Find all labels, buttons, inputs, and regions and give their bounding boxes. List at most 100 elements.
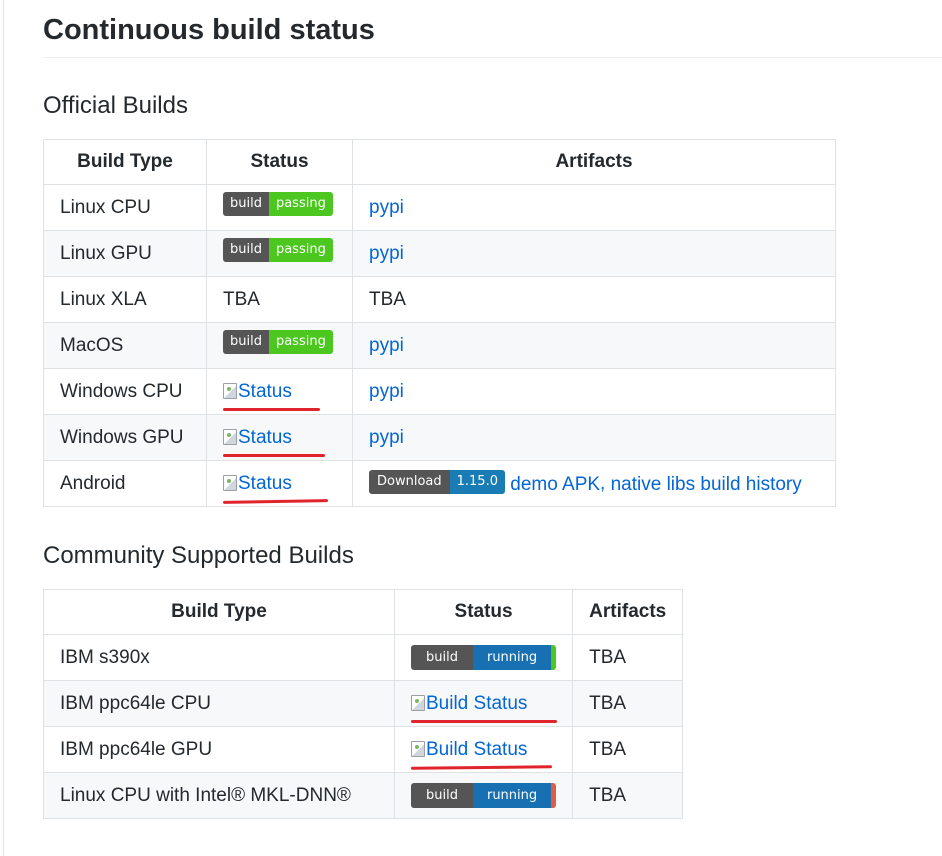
badge-value: running	[472, 783, 552, 808]
build-type-cell: Linux CPU with Intel® MKL-DNN®	[43, 772, 395, 819]
table-row-ibm-s390x: IBM s390x build running TBA	[43, 634, 684, 681]
broken-image-icon	[223, 474, 237, 491]
red-underline-annotation	[222, 498, 329, 504]
build-type-cell: Android	[43, 460, 207, 507]
status-cell: Build Status	[393, 680, 574, 727]
status-alt-text: Build Status	[426, 692, 528, 714]
badge-value: passing	[268, 329, 333, 354]
broken-image-icon	[411, 694, 425, 711]
broken-build-status-image-link[interactable]: Build Status	[411, 692, 557, 723]
red-underline-annotation	[410, 764, 553, 770]
build-passing-badge[interactable]: build passing	[223, 237, 333, 262]
status-cell: Status	[206, 368, 353, 415]
pypi-link[interactable]: pypi	[369, 335, 404, 356]
table-row-windows-cpu: Windows CPU Status pypi	[43, 368, 836, 415]
table-row-macos: MacOS build passing pypi	[43, 322, 836, 369]
build-running-badge[interactable]: build running	[411, 645, 557, 670]
status-alt-text: Build Status	[426, 738, 528, 760]
table-row-windows-gpu: Windows GPU Status pypi	[43, 414, 836, 461]
build-type-cell: IBM ppc64le GPU	[43, 726, 395, 773]
table-row-android: Android Status Download 1.15.0 demo APK, …	[43, 460, 836, 507]
status-cell: TBA	[206, 276, 353, 323]
build-type-cell: Windows CPU	[43, 368, 207, 415]
badge-label: build	[411, 645, 473, 670]
status-alt-text: Status	[238, 472, 292, 494]
broken-image-icon	[411, 740, 425, 757]
left-border	[3, 0, 4, 856]
red-underline-annotation	[411, 719, 557, 723]
column-header-build-type: Build Type	[43, 589, 395, 635]
status-cell: Status	[206, 414, 353, 461]
link-separator: ,	[600, 472, 611, 494]
status-cell: build running	[393, 634, 574, 681]
native-libs-build-history-link[interactable]: native libs build history	[611, 474, 802, 495]
red-underline-annotation	[223, 453, 325, 457]
demo-apk-link[interactable]: demo APK	[510, 474, 600, 495]
build-type-cell: MacOS	[43, 322, 207, 369]
build-type-cell: IBM ppc64le CPU	[43, 680, 395, 727]
artifacts-cell: pypi	[352, 414, 836, 461]
status-cell: build running	[393, 772, 574, 819]
artifacts-cell: pypi	[352, 322, 836, 369]
artifacts-cell: Download 1.15.0 demo APK, native libs bui…	[352, 460, 836, 507]
pypi-link[interactable]: pypi	[369, 243, 404, 264]
broken-image-icon	[223, 428, 237, 445]
broken-status-image-link[interactable]: Status	[223, 426, 325, 457]
artifacts-cell: pypi	[352, 230, 836, 277]
title-divider	[43, 57, 942, 58]
status-cell: Build Status	[393, 726, 574, 773]
column-header-status: Status	[206, 139, 353, 185]
badge-value: passing	[268, 191, 333, 216]
status-alt-text: Status	[238, 380, 292, 402]
table-header-row: Build Type Status Artifacts	[43, 139, 836, 185]
artifacts-cell: TBA	[572, 634, 684, 681]
artifacts-cell: TBA	[352, 276, 836, 323]
download-version-badge[interactable]: Download 1.15.0	[369, 469, 505, 494]
build-type-cell: IBM s390x	[43, 634, 395, 681]
build-type-cell: Linux CPU	[43, 184, 207, 231]
table-row-ibm-ppc64le-cpu: IBM ppc64le CPU Build Status TBA	[43, 680, 684, 727]
badge-status-tip	[551, 783, 557, 808]
status-cell: build passing	[206, 184, 353, 231]
pypi-link[interactable]: pypi	[369, 427, 404, 448]
status-alt-text: Status	[238, 426, 292, 448]
artifacts-cell: TBA	[572, 772, 684, 819]
broken-status-image-link[interactable]: Status	[223, 380, 320, 411]
build-passing-badge[interactable]: build passing	[223, 191, 333, 216]
build-passing-badge[interactable]: build passing	[223, 329, 333, 354]
badge-label: Download	[369, 469, 450, 494]
column-header-artifacts: Artifacts	[352, 139, 836, 185]
build-running-badge[interactable]: build running	[411, 783, 557, 808]
broken-image-icon	[223, 382, 237, 399]
table-header-row: Build Type Status Artifacts	[43, 589, 684, 635]
red-underline-annotation	[223, 407, 320, 411]
column-header-artifacts: Artifacts	[572, 589, 684, 635]
broken-build-status-image-link[interactable]: Build Status	[410, 738, 553, 770]
status-cell: build passing	[206, 322, 353, 369]
official-builds-table: Build Type Status Artifacts Linux CPU bu…	[43, 139, 836, 507]
table-row-linux-xla: Linux XLA TBA TBA	[43, 276, 836, 323]
badge-label: build	[223, 191, 269, 216]
artifacts-cell: TBA	[572, 680, 684, 727]
page-title: Continuous build status	[43, 14, 375, 46]
artifacts-cell: pypi	[352, 184, 836, 231]
artifacts-cell: pypi	[352, 368, 836, 415]
badge-status-tip	[551, 645, 557, 670]
pypi-link[interactable]: pypi	[369, 197, 404, 218]
table-row-linux-gpu: Linux GPU build passing pypi	[43, 230, 836, 277]
build-type-cell: Linux GPU	[43, 230, 207, 277]
table-row-linux-cpu-mkl-dnn: Linux CPU with Intel® MKL-DNN® build runn…	[43, 772, 684, 819]
badge-label: build	[411, 783, 473, 808]
badge-value: running	[472, 645, 552, 670]
community-builds-table: Build Type Status Artifacts IBM s390x bu…	[43, 589, 684, 819]
badge-label: build	[223, 237, 269, 262]
build-type-cell: Windows GPU	[43, 414, 207, 461]
table-row-ibm-ppc64le-gpu: IBM ppc64le GPU Build Status TBA	[43, 726, 684, 773]
broken-status-image-link[interactable]: Status	[222, 472, 329, 504]
status-cell: build passing	[206, 230, 353, 277]
pypi-link[interactable]: pypi	[369, 381, 404, 402]
badge-label: build	[223, 329, 269, 354]
build-type-cell: Linux XLA	[43, 276, 207, 323]
table-row-linux-cpu: Linux CPU build passing pypi	[43, 184, 836, 231]
column-header-status: Status	[393, 589, 574, 635]
